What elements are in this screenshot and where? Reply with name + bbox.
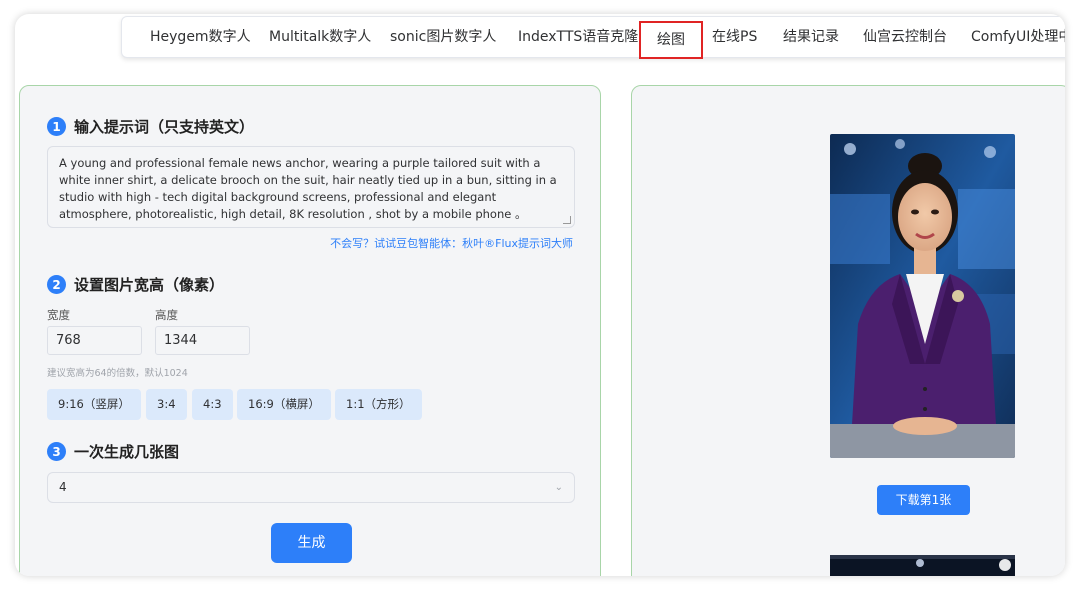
step-1-header: 1 输入提示词（只支持英文） <box>47 116 254 137</box>
ratio-button-16-9[interactable]: 16:9（横屏） <box>237 389 331 420</box>
resize-handle-icon[interactable] <box>563 216 571 224</box>
ratio-button-1-1[interactable]: 1:1（方形） <box>335 389 422 420</box>
ratio-button-4-3[interactable]: 4:3 <box>192 389 233 420</box>
size-tip: 建议宽高为64的倍数，默认1024 <box>47 368 188 379</box>
nav-item-results[interactable]: 结果记录 <box>783 17 839 57</box>
ratio-button-9-16[interactable]: 9:16（竖屏） <box>47 389 141 420</box>
nav-item-heygem[interactable]: Heygem数字人 <box>150 17 251 57</box>
nav-item-comfyui[interactable]: ComfyUI处理中 <box>971 17 1065 57</box>
nav-item-sonic[interactable]: sonic图片数字人 <box>390 17 496 57</box>
step-3-header: 3 一次生成几张图 <box>47 441 179 462</box>
nav-item-online-ps[interactable]: 在线PS <box>712 17 757 57</box>
image-count-value: 4 <box>59 480 67 494</box>
prompt-text: A young and professional female news anc… <box>59 156 557 221</box>
settings-panel: 1 输入提示词（只支持英文） A young and professional … <box>19 85 601 576</box>
width-label: 宽度 <box>47 308 70 322</box>
prompt-textarea[interactable]: A young and professional female news anc… <box>47 146 575 228</box>
result-panel: 下载第1张 <box>631 85 1065 576</box>
step-number: 3 <box>47 442 66 461</box>
news-anchor-image <box>830 134 1015 458</box>
nav-item-multitalk[interactable]: Multitalk数字人 <box>269 17 371 57</box>
chevron-down-icon: ⌄ <box>554 482 563 493</box>
prompt-helper-link[interactable]: 不会写？试试豆包智能体：秋叶®Flux提示词大师 <box>330 235 573 251</box>
step-title: 设置图片宽高（像素） <box>74 276 225 294</box>
generate-button[interactable]: 生成 <box>271 523 352 563</box>
generated-image-2[interactable] <box>830 555 1015 576</box>
nav-item-indextts[interactable]: IndexTTS语音克隆 <box>518 17 638 57</box>
step-number: 1 <box>47 117 66 136</box>
step-number: 2 <box>47 275 66 294</box>
nav-item-draw[interactable]: 绘图 <box>639 21 703 59</box>
height-label: 高度 <box>155 308 178 322</box>
image-count-select[interactable]: 4 ⌄ <box>47 472 575 503</box>
step-2-header: 2 设置图片宽高（像素） <box>47 274 224 295</box>
image-thumbnail <box>830 555 1015 576</box>
height-input[interactable]: 1344 <box>155 326 250 355</box>
generated-image[interactable] <box>830 134 1015 458</box>
step-title: 一次生成几张图 <box>74 443 180 461</box>
ratio-button-3-4[interactable]: 3:4 <box>146 389 187 420</box>
app-window: Heygem数字人 Multitalk数字人 sonic图片数字人 IndexT… <box>15 14 1065 576</box>
step-title: 输入提示词（只支持英文） <box>74 118 255 136</box>
width-input[interactable]: 768 <box>47 326 142 355</box>
top-navbar: Heygem数字人 Multitalk数字人 sonic图片数字人 IndexT… <box>121 16 1065 59</box>
download-button[interactable]: 下载第1张 <box>877 485 970 515</box>
nav-item-console[interactable]: 仙宫云控制台 <box>863 17 947 57</box>
